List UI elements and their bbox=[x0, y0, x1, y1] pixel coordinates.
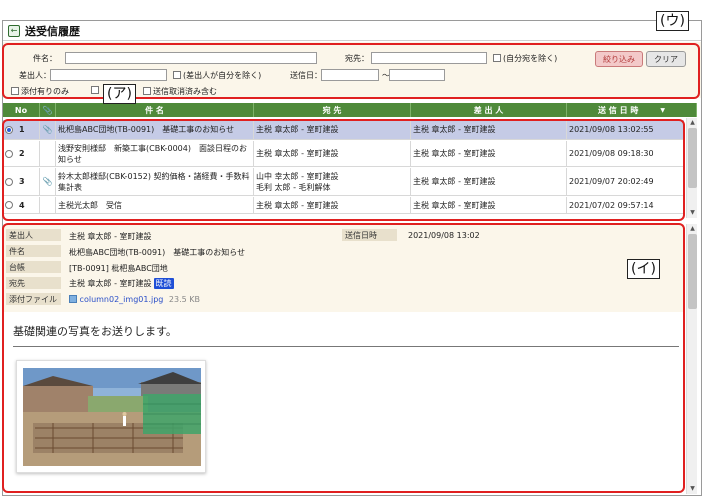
page-title: 送受信履歴 bbox=[25, 24, 80, 38]
scroll-thumb[interactable] bbox=[688, 234, 697, 309]
col-sender[interactable]: 差 出 人 bbox=[411, 103, 567, 117]
annotation-box-detail bbox=[2, 223, 685, 493]
paperclip-icon: 📎 bbox=[42, 105, 53, 115]
list-scrollbar[interactable]: ▲ ▼ bbox=[686, 118, 697, 218]
back-arrow-icon[interactable]: ← bbox=[8, 24, 20, 37]
col-subject[interactable]: 件 名 bbox=[56, 103, 254, 117]
col-datetime[interactable]: 送 信 日 時 ▼ bbox=[567, 103, 697, 117]
detail-scrollbar[interactable]: ▲ ▼ bbox=[686, 224, 697, 494]
col-attach[interactable]: 📎 bbox=[40, 103, 56, 117]
scroll-down-icon[interactable]: ▼ bbox=[687, 484, 698, 493]
title-bar: ← 送受信履歴 bbox=[3, 21, 701, 41]
scroll-down-icon[interactable]: ▼ bbox=[687, 208, 698, 217]
scroll-thumb[interactable] bbox=[688, 128, 697, 188]
callout-a: (ア) bbox=[103, 84, 136, 104]
callout-i: (イ) bbox=[627, 259, 660, 279]
col-no[interactable]: No bbox=[3, 103, 40, 117]
scroll-up-icon[interactable]: ▲ bbox=[687, 224, 698, 233]
scroll-up-icon[interactable]: ▲ bbox=[687, 118, 698, 127]
col-recipient[interactable]: 宛 先 bbox=[254, 103, 411, 117]
sort-down-icon: ▼ bbox=[660, 106, 665, 114]
table-header: No 📎 件 名 宛 先 差 出 人 送 信 日 時 ▼ bbox=[3, 103, 697, 117]
callout-u: (ウ) bbox=[656, 11, 689, 31]
annotation-box-list bbox=[2, 119, 685, 221]
